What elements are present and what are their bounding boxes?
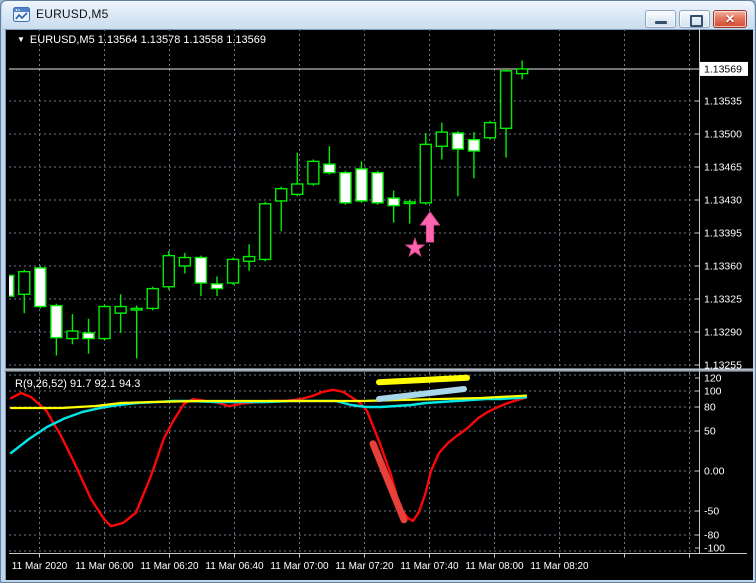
price-axis-label: 1.13290	[704, 327, 742, 339]
chart-canvas[interactable]: 1.13535 1.13500 1.13465 1.13430 1.13395 1.133…	[5, 29, 753, 580]
indicator-axis-label: 0.00	[704, 466, 725, 478]
thick-lightblue-segment	[376, 386, 467, 402]
buy-arrow-icon	[419, 211, 441, 243]
price-axis-label: 1.13500	[704, 128, 742, 140]
time-axis-label: 11 Mar 07:20	[335, 561, 394, 572]
price-axis-label: 1.13255	[704, 360, 742, 372]
grid-lines	[9, 29, 699, 552]
restore-button[interactable]	[679, 10, 710, 28]
time-axis-label: 11 Mar 07:40	[400, 561, 459, 572]
close-icon: ✕	[724, 12, 736, 26]
price-axis-label: 1.13535	[704, 95, 742, 107]
indicator-axis-label: 120	[704, 373, 722, 385]
candlesticks	[9, 60, 529, 359]
time-axis-label: 11 Mar 08:00	[465, 561, 524, 572]
window-controls: ✕	[645, 10, 747, 28]
indicator-axis-label: 50	[704, 426, 716, 438]
time-axis-label: 11 Mar 06:00	[75, 561, 134, 572]
indicator-axis-label: -50	[704, 506, 719, 518]
time-axis-label: 11 Mar 2020	[12, 561, 68, 572]
time-axis-label: 11 Mar 07:00	[270, 561, 329, 572]
price-axis-label: 1.13325	[704, 294, 742, 306]
minimize-icon	[655, 21, 667, 24]
price-axis-label: 1.13430	[704, 194, 742, 206]
price-axis[interactable]: 1.13535 1.13500 1.13465 1.13430 1.13395 1.133…	[695, 29, 748, 555]
indicator-curves	[9, 374, 528, 528]
time-axis-label: 11 Mar 06:20	[140, 561, 199, 572]
chart-app-icon	[13, 7, 30, 23]
title-bar[interactable]: EURUSD,M5 ✕	[2, 1, 754, 30]
minimize-button[interactable]	[645, 10, 676, 28]
indicator-axis-label: 80	[704, 402, 716, 414]
restore-icon	[690, 15, 703, 27]
time-axis-label: 11 Mar 06:40	[205, 561, 264, 572]
star-icon	[404, 236, 426, 257]
time-axis-label: 11 Mar 08:20	[530, 561, 589, 572]
indicator-axis-label: -80	[704, 530, 719, 542]
thick-yellow-segment	[376, 374, 470, 386]
thick-red-segment	[369, 440, 408, 524]
window-title: EURUSD,M5	[36, 7, 109, 21]
indicator-axis-label: 100	[704, 386, 722, 398]
price-axis-label: 1.13465	[704, 161, 742, 173]
price-axis-label: 1.13360	[704, 261, 742, 273]
close-button[interactable]: ✕	[713, 10, 747, 28]
indicator-axis-label: -100	[704, 543, 725, 555]
time-axis[interactable]: 11 Mar 2020 11 Mar 06:00 11 Mar 06:20 11 Ma…	[9, 553, 747, 573]
current-price-value: 1.13569	[704, 63, 742, 75]
signal-markers	[404, 211, 441, 257]
chart-client-area: 1.13535 1.13500 1.13465 1.13430 1.13395 1.133…	[5, 29, 753, 580]
chart-window: EURUSD,M5 ✕ 1.13535 1.13500 1.13465 1.13430…	[0, 0, 756, 583]
price-axis-label: 1.13395	[704, 228, 742, 240]
